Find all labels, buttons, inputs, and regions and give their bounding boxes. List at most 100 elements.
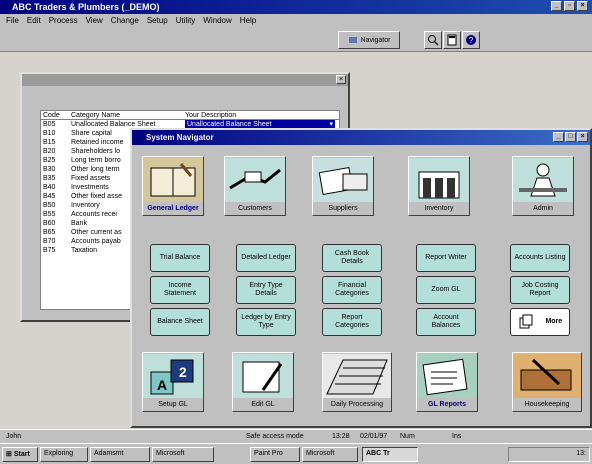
row-code: B10: [43, 130, 56, 137]
broom-icon: [513, 354, 581, 398]
zoom-gl-button[interactable]: Zoom GL: [416, 276, 476, 304]
close-icon[interactable]: ×: [577, 1, 588, 11]
setup-gl-module[interactable]: A2 Setup GL: [142, 352, 204, 412]
menu-change[interactable]: Change: [111, 16, 139, 28]
housekeeping-module[interactable]: Housekeeping: [512, 352, 582, 412]
navigator-title-bar[interactable]: System Navigator _ □ ×: [132, 130, 590, 145]
menu-process[interactable]: Process: [49, 16, 78, 28]
navigator-button[interactable]: Navigator: [338, 31, 400, 49]
row-code: B45: [43, 193, 56, 200]
grid-header: Code Category Name Your Description: [41, 111, 339, 120]
keyboard-icon: [323, 354, 391, 398]
row-code: B20: [43, 148, 56, 155]
menu-utility[interactable]: Utility: [176, 16, 196, 28]
financial-categories-button[interactable]: Financial Categories: [322, 276, 382, 304]
general-ledger-label: General Ledger: [147, 205, 199, 212]
gl-reports-module[interactable]: GL Reports: [416, 352, 478, 412]
menu-edit[interactable]: Edit: [27, 16, 41, 28]
taskbar-item-paint-pro[interactable]: Paint Pro: [250, 447, 300, 462]
warehouse-icon: [409, 158, 469, 202]
category-window-title[interactable]: ×: [22, 74, 348, 86]
row-code: B70: [43, 238, 56, 245]
more-button[interactable]: More: [510, 308, 570, 336]
daily-processing-module[interactable]: Daily Processing: [322, 352, 392, 412]
admin-module[interactable]: Admin: [512, 156, 574, 216]
report-categories-button[interactable]: Report Categories: [322, 308, 382, 336]
taskbar-item-microsoft-2[interactable]: Microsoft: [302, 447, 358, 462]
search-button[interactable]: [424, 31, 442, 49]
magnifier-icon: [428, 35, 439, 46]
help-button[interactable]: ?: [462, 31, 480, 49]
taskbar-item-adamsmt[interactable]: Adamsmt: [90, 447, 150, 462]
person-at-desk-icon: [513, 158, 573, 202]
ledger-by-entry-type-button[interactable]: Ledger by Entry Type: [236, 308, 296, 336]
status-num: Num: [400, 433, 415, 440]
balance-sheet-button[interactable]: Balance Sheet: [150, 308, 210, 336]
calculator-icon: [447, 34, 457, 46]
row-code: B65: [43, 229, 56, 236]
income-statement-button[interactable]: Income Statement: [150, 276, 210, 304]
app-title-bar: ABC Traders & Plumbers (_DEMO) _ ▫ ×: [0, 0, 592, 14]
detailed-ledger-button[interactable]: Detailed Ledger: [236, 244, 296, 272]
taskbar-item-abc-traders[interactable]: ABC Tr: [362, 447, 418, 462]
handshake-icon: [225, 158, 285, 202]
setup-blocks-icon: A2: [143, 354, 203, 398]
minimize-icon[interactable]: _: [551, 1, 562, 11]
gl-reports-label: GL Reports: [428, 401, 466, 408]
status-time: 13:28: [332, 433, 350, 440]
status-date: 02/01/97: [360, 433, 388, 440]
edit-gl-label: Edit GL: [251, 401, 275, 408]
restore-icon[interactable]: ▫: [564, 1, 575, 11]
edit-gl-module[interactable]: Edit GL: [232, 352, 294, 412]
row-code: B05: [43, 121, 56, 128]
inventory-module[interactable]: Inventory: [408, 156, 470, 216]
app-title: ABC Traders & Plumbers (_DEMO): [12, 2, 160, 12]
menu-setup[interactable]: Setup: [147, 16, 168, 28]
row-code: B60: [43, 220, 56, 227]
row-code: B25: [43, 157, 56, 164]
close-icon[interactable]: ×: [336, 75, 346, 84]
menu-view[interactable]: View: [86, 16, 103, 28]
svg-text:A: A: [157, 377, 167, 393]
suppliers-module[interactable]: Suppliers: [312, 156, 374, 216]
setup-gl-label: Setup GL: [158, 401, 188, 408]
edit-document-icon: [233, 354, 293, 398]
menu-file[interactable]: File: [6, 16, 19, 28]
row-code: B75: [43, 247, 56, 254]
trial-balance-button[interactable]: Trial Balance: [150, 244, 210, 272]
cash-book-details-button[interactable]: Cash Book Details: [322, 244, 382, 272]
report-printer-icon: [417, 354, 477, 398]
menu-help[interactable]: Help: [240, 16, 256, 28]
job-costing-report-button[interactable]: Job Costing Report: [510, 276, 570, 304]
entry-type-details-button[interactable]: Entry Type Details: [236, 276, 296, 304]
customers-module[interactable]: Customers: [224, 156, 286, 216]
start-label: Start: [13, 451, 30, 458]
minimize-icon[interactable]: _: [553, 132, 564, 142]
column-your-description: Your Description: [185, 112, 237, 119]
general-ledger-module[interactable]: General Ledger: [142, 156, 204, 216]
report-writer-button[interactable]: Report Writer: [416, 244, 476, 272]
inventory-label: Inventory: [424, 205, 454, 212]
pages-icon: [519, 314, 533, 329]
account-balances-button[interactable]: Account Balances: [416, 308, 476, 336]
start-button[interactable]: ⊞ Start: [2, 447, 38, 462]
menu-window[interactable]: Window: [203, 16, 231, 28]
status-user: John: [6, 433, 22, 440]
status-ins: Ins: [452, 433, 462, 440]
close-icon[interactable]: ×: [577, 132, 588, 142]
taskbar-item-microsoft-1[interactable]: Microsoft: [152, 447, 214, 462]
navigator-icon: [348, 37, 357, 43]
row-code: B40: [43, 184, 56, 191]
calculator-button[interactable]: [443, 31, 461, 49]
row-code: B35: [43, 175, 56, 182]
accounts-listing-button[interactable]: Accounts Listing: [510, 244, 570, 272]
navigator-button-label: Navigator: [360, 36, 391, 44]
system-tray: 13:: [508, 447, 590, 462]
taskbar-item-exploring[interactable]: Exploring: [40, 447, 88, 462]
taskbar: ⊞ Start Exploring Adamsmt Microsoft Pain…: [0, 443, 592, 464]
column-category-name: Category Name: [71, 112, 121, 119]
maximize-icon[interactable]: □: [565, 132, 576, 142]
bill-icon: [313, 158, 373, 202]
customers-label: Customers: [238, 205, 272, 212]
admin-label: Admin: [533, 205, 553, 212]
